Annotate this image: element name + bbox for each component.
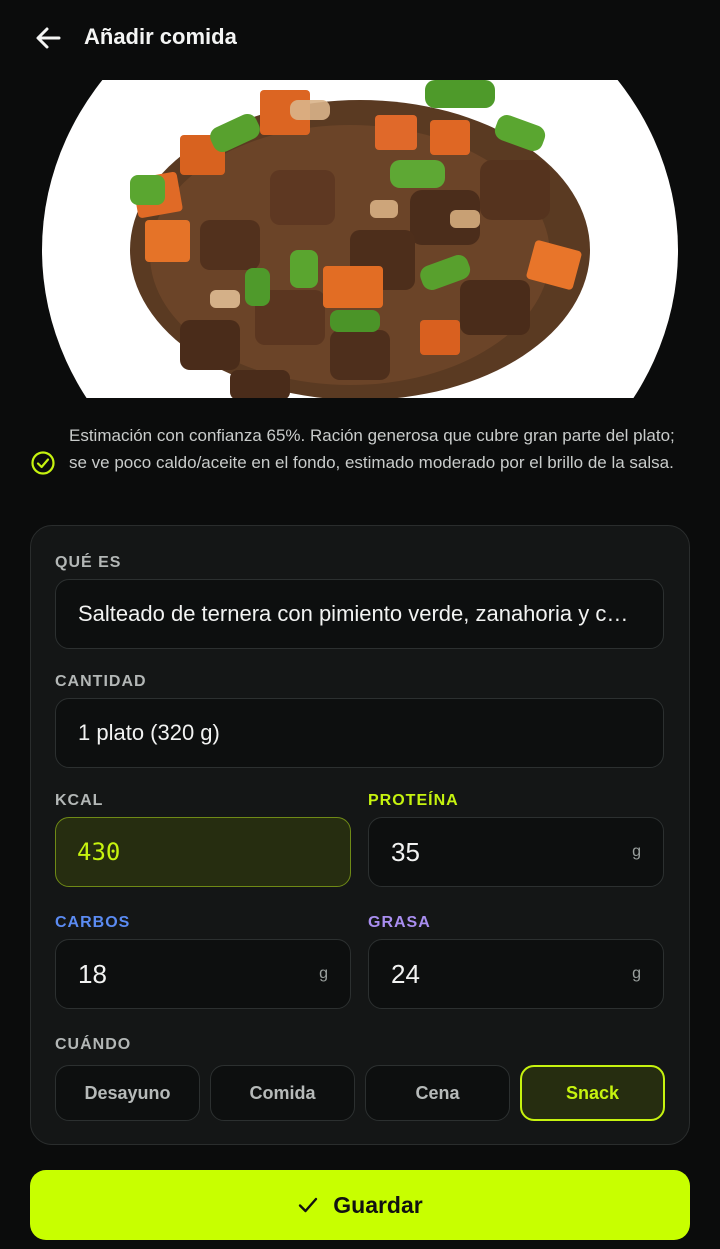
header: Añadir comida — [0, 0, 720, 78]
food-photo — [30, 80, 690, 398]
fat-field[interactable]: 24 g — [368, 939, 664, 1009]
back-button[interactable] — [28, 20, 68, 56]
save-label: Guardar — [333, 1191, 423, 1218]
what-value: Salteado de ternera con pimiento verde, … — [78, 601, 638, 626]
food-form-card: QUÉ ES Salteado de ternera con pimiento … — [30, 525, 690, 1145]
protein-label: PROTEÍNA — [368, 792, 459, 809]
what-label: QUÉ ES — [55, 554, 122, 571]
carbs-field[interactable]: 18 g — [55, 939, 351, 1009]
when-option-desayuno[interactable]: Desayuno — [55, 1065, 200, 1121]
when-option-snack[interactable]: Snack — [520, 1065, 665, 1121]
carbs-unit: g — [319, 965, 328, 982]
carbs-label: CARBOS — [55, 914, 131, 931]
save-button[interactable]: Guardar — [30, 1170, 690, 1240]
fat-value: 24 — [391, 958, 420, 989]
check-circle-icon — [31, 451, 55, 475]
when-option-comida[interactable]: Comida — [210, 1065, 355, 1121]
quantity-label: CANTIDAD — [55, 673, 147, 690]
kcal-label: KCAL — [55, 792, 104, 809]
quantity-value: 1 plato (320 g) — [78, 720, 220, 745]
when-option-cena[interactable]: Cena — [365, 1065, 510, 1121]
protein-value: 35 — [391, 836, 420, 867]
protein-unit: g — [632, 843, 641, 860]
quantity-field[interactable]: 1 plato (320 g) — [55, 698, 664, 768]
protein-field[interactable]: 35 g — [368, 817, 664, 887]
page-title: Añadir comida — [84, 24, 237, 49]
fat-label: GRASA — [368, 914, 431, 931]
carbs-value: 18 — [78, 958, 107, 989]
kcal-value: 430 — [77, 838, 121, 866]
when-label: CUÁNDO — [55, 1036, 132, 1053]
estimate-text: Estimación con confianza 65%. Ración gen… — [69, 426, 675, 472]
kcal-field[interactable]: 430 — [55, 817, 351, 887]
fat-unit: g — [632, 965, 641, 982]
check-icon — [299, 1197, 318, 1213]
what-field[interactable]: Salteado de ternera con pimiento verde, … — [55, 579, 664, 649]
arrow-left-icon — [36, 27, 61, 49]
